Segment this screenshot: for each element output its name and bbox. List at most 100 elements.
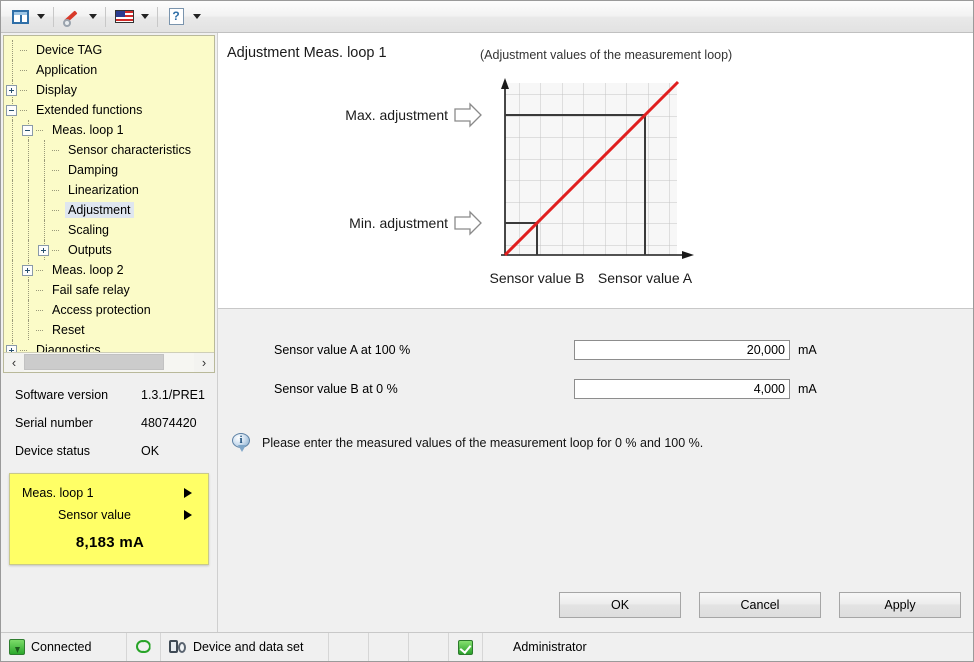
tree-item-label: Meas. loop 1 [52,123,124,137]
tree-item-label: Reset [52,323,85,337]
tree-guide [4,300,20,320]
device-info-row: Serial number 48074420 [3,409,215,437]
scroll-left-button[interactable]: ‹ [4,353,24,372]
tree-item-sensor-characteristics[interactable]: Sensor characteristics [4,140,214,160]
status-spacer-3 [409,633,449,661]
chevron-right-icon[interactable] [184,488,192,498]
tree-item-scaling[interactable]: Scaling [4,220,214,240]
tree-item-adjustment[interactable]: Adjustment [4,200,214,220]
tree-guide [4,120,20,140]
scroll-right-button[interactable]: › [194,353,214,372]
ok-button[interactable]: OK [559,592,681,618]
tree-connector [20,340,30,352]
status-permission-cell [449,633,483,661]
cancel-button[interactable]: Cancel [699,592,821,618]
max-adjustment-arrow-icon [454,102,482,128]
tools-dropdown[interactable] [85,5,100,29]
meas-loop-row[interactable]: Meas. loop 1 [22,482,198,504]
tree-guide [4,240,20,260]
tree-item-label: Diagnostics [36,343,101,352]
max-adjustment-label: Max. adjustment [345,107,448,123]
tree-item-damping[interactable]: Damping [4,160,214,180]
tree-item-display[interactable]: Display [4,80,214,100]
tree-item-outputs[interactable]: Outputs [4,240,214,260]
tree-connector [36,320,46,340]
toolbar-separator [105,6,106,27]
help-dropdown[interactable] [189,5,204,29]
expand-icon[interactable] [22,264,33,276]
connected-plug-icon [9,639,25,655]
tree-connector [52,240,62,260]
chevron-down-icon [36,14,45,19]
page-subtitle: (Adjustment values of the measurement lo… [480,48,733,62]
chevron-right-icon[interactable] [184,510,192,520]
window-layout-button[interactable] [7,5,33,29]
tree-guide [4,140,20,160]
apply-button[interactable]: Apply [839,592,961,618]
tree-item-label: Meas. loop 2 [52,263,124,277]
device-info-block: Software version 1.3.1/PRE1 Serial number 4… [3,373,215,467]
expand-icon[interactable] [6,344,17,352]
status-spacer-1 [329,633,369,661]
tree-guide [4,180,20,200]
navigation-tree-panel: Device TAG Application Display Extended fun… [3,35,215,373]
sensor-value-a-unit: mA [798,343,817,357]
toolbar-separator [53,6,54,27]
tree-item-meas-loop-2[interactable]: Meas. loop 2 [4,260,214,280]
form-section: Sensor value A at 100 % mA Sensor value … [218,309,973,632]
tree-guide [4,160,20,180]
scroll-thumb[interactable] [24,354,164,370]
min-adjustment-arrow-icon [454,210,482,236]
chart-x-axis-arrow [682,251,694,259]
help-question-icon: ? [168,8,184,25]
collapse-icon[interactable] [6,104,17,116]
tree-item-linearization[interactable]: Linearization [4,180,214,200]
tree-item-label: Adjustment [65,202,134,218]
help-button[interactable]: ? [163,5,189,29]
tree-expander-slot [20,120,36,140]
expand-icon[interactable] [6,84,17,96]
tree-item-fail-safe-relay[interactable]: Fail safe relay [4,280,214,300]
language-button[interactable] [111,5,137,29]
tree-horizontal-scrollbar[interactable]: ‹ › [4,352,214,372]
expand-icon[interactable] [38,244,49,256]
tree-item-device-tag[interactable]: Device TAG [4,40,214,60]
navigation-tree: Device TAG Application Display Extended fun… [4,36,214,352]
check-icon [458,639,473,655]
window-layout-icon [11,9,29,24]
tree-item-application[interactable]: Application [4,60,214,80]
device-info-key: Device status [15,444,91,458]
sensor-value-a-input[interactable] [574,340,790,360]
tree-item-reset[interactable]: Reset [4,320,214,340]
tree-expander-slot [4,80,20,100]
collapse-icon[interactable] [22,124,33,136]
window-layout-dropdown[interactable] [33,5,48,29]
sensor-value-a-field-row: Sensor value A at 100 % mA [274,337,973,363]
language-dropdown[interactable] [137,5,152,29]
tree-connector [52,200,62,220]
tree-expander-slot [20,260,36,280]
dialog-button-bar: OK Cancel Apply [218,592,973,618]
tree-item-diagnostics[interactable]: Diagnostics [4,340,214,352]
device-info-value: 48074420 [141,416,197,430]
tools-button[interactable] [59,5,85,29]
hint-text: Please enter the measured values of the … [262,436,704,450]
tree-item-extended-functions[interactable]: Extended functions [4,100,214,120]
tree-item-access-protection[interactable]: Access protection [4,300,214,320]
sensor-value-row[interactable]: Sensor value [22,504,198,526]
scroll-track[interactable] [24,353,194,372]
tree-guide [20,140,36,160]
measurement-loop-panel: Meas. loop 1 Sensor value 8,183 mA [9,473,209,565]
content-area: Adjustment Meas. loop 1 (Adjustment valu… [217,33,973,632]
tree-leaf-slot [36,160,52,180]
tree-item-meas-loop-1[interactable]: Meas. loop 1 [4,120,214,140]
sensor-value-b-field-row: Sensor value B at 0 % mA [274,376,973,402]
tree-connector [20,60,30,80]
chevron-down-icon [88,14,97,19]
sensor-value-b-input[interactable] [574,379,790,399]
sensor-value-a-label: Sensor value A at 100 % [274,343,411,357]
tree-guide [20,220,36,240]
chevron-down-icon [140,14,149,19]
tree-leaf-slot [4,60,20,80]
min-adjustment-label: Min. adjustment [349,215,448,231]
